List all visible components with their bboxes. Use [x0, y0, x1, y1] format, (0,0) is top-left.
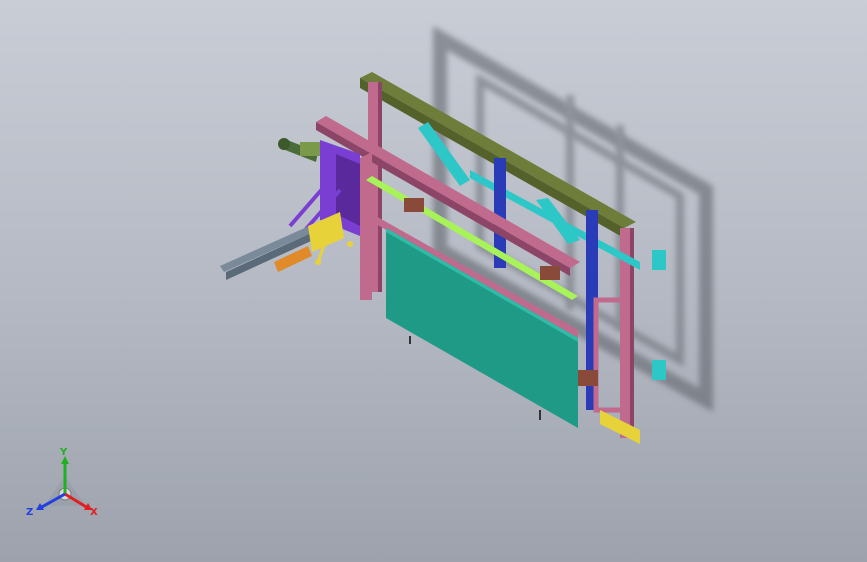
cad-model-view[interactable] — [0, 0, 867, 562]
graphics-viewport[interactable]: Y X Z — [0, 0, 867, 562]
y-axis-label: Y — [59, 447, 68, 458]
motor-icon[interactable] — [278, 138, 320, 162]
x-axis-label: X — [90, 507, 98, 518]
z-axis-label: Z — [26, 507, 33, 518]
coordinate-triad: Y X Z — [26, 447, 98, 518]
